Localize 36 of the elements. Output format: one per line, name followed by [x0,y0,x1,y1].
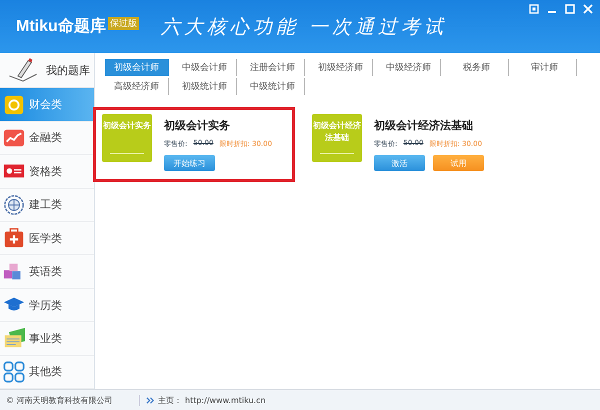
category-item[interactable]: 医学类 [0,222,94,256]
category-item[interactable]: 金融类 [0,122,94,156]
skin-icon[interactable] [528,3,540,15]
homepage-label: 主页： [158,394,182,406]
slogan-text: 六大核心功能 一次通过考试 [160,14,447,40]
product-title: 初级会计实务 [164,118,231,133]
category-item[interactable]: 建工类 [0,188,94,222]
category-tab[interactable]: 初级经济师 [309,59,373,76]
category-tab[interactable]: 高级经济师 [105,78,169,95]
category-item[interactable]: 学历类 [0,288,94,322]
coin-icon [3,94,25,116]
category-tab[interactable]: 税务师 [445,59,509,76]
grid-icon [3,360,25,383]
close-icon[interactable] [582,3,594,15]
category-tab[interactable]: 中级会计师 [173,59,237,76]
maximize-icon[interactable] [564,3,576,15]
edition-badge: 保过版 [108,17,139,30]
folder-icon [3,327,25,350]
globe-icon [3,194,25,216]
product-title: 初级会计经济法基础 [374,118,474,133]
category-tab[interactable]: 初级统计师 [173,78,237,95]
cover-title: 初级会计实务 [103,120,151,132]
double-chevron-icon [146,396,155,404]
copyright-text: © 河南天明教育科技有限公司 [6,394,114,406]
category-item[interactable]: 事业类 [0,322,94,356]
homepage-link[interactable]: http://www.mtiku.cn [185,396,266,404]
my-library-label: 我的题库 [46,62,90,78]
category-tab[interactable]: 注册会计师 [241,59,305,76]
app-logo: Mtiku命题库 [16,16,106,37]
medical-kit-icon [3,227,25,250]
category-item[interactable]: 资格类 [0,155,94,189]
category-tab[interactable]: 中级经济师 [377,59,441,76]
cover-title: 初级会计经济法基础 [312,120,362,144]
category-item[interactable]: 英语类 [0,255,94,289]
category-tab[interactable]: 中级统计师 [241,78,305,95]
category-tab[interactable]: 审计师 [513,59,577,76]
